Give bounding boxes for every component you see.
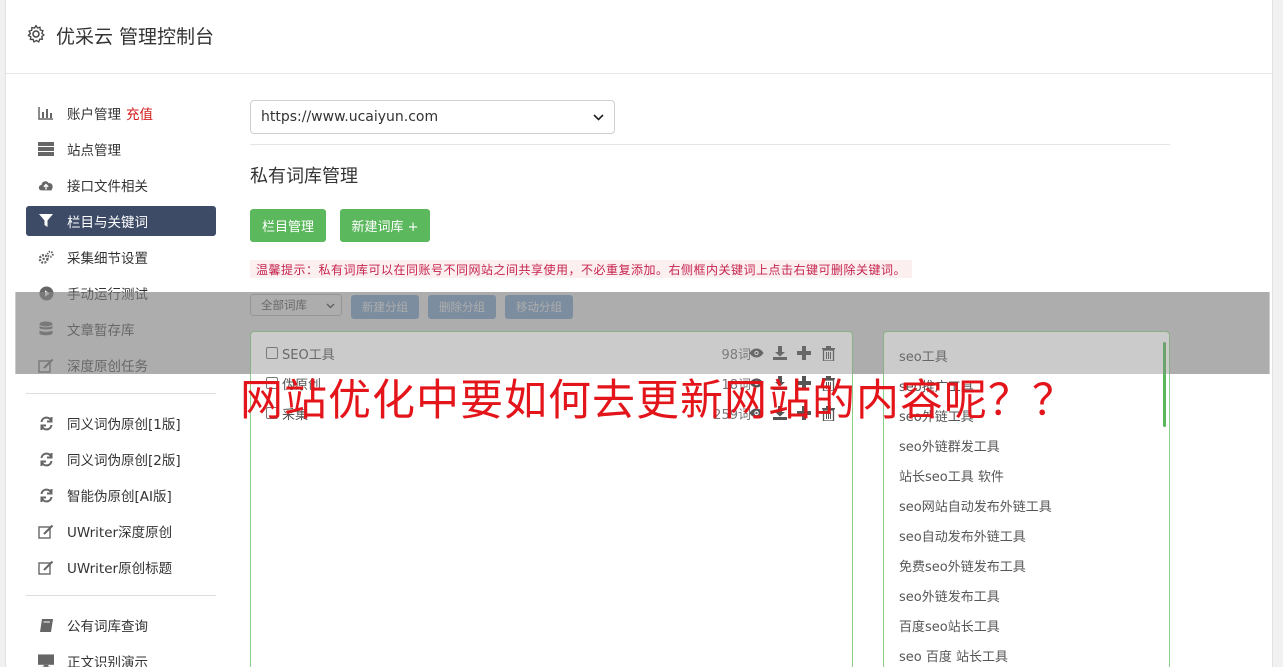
sidebar-item-synonym-v1[interactable]: 同义词伪原创[1版]	[26, 405, 216, 441]
monitor-icon	[38, 653, 54, 667]
gear-icon	[26, 24, 46, 44]
divider	[250, 144, 1170, 145]
top-bar: 优采云 管理控制台	[6, 0, 1272, 74]
sidebar-item-label: 公有词库查询	[67, 619, 148, 635]
sidebar-item-public-lexicon[interactable]: 公有词库查询	[26, 607, 216, 643]
refresh-icon	[38, 415, 54, 431]
app-title: 优采云 管理控制台	[56, 26, 215, 48]
sidebar-item-sites[interactable]: 站点管理	[26, 131, 216, 167]
overlay-title: 网站优化中要如何去更新网站的内容呢？？	[240, 376, 1076, 426]
refresh-icon	[38, 451, 54, 467]
sidebar-item-uwriter-deep[interactable]: UWriter深度原创	[26, 513, 216, 549]
keyword-item[interactable]: 站长seo工具 软件	[899, 466, 1159, 496]
sidebar-item-label: 栏目与关键词	[67, 215, 148, 231]
sidebar-item-label: 智能伪原创[AI版]	[67, 489, 172, 505]
cogs-icon	[38, 249, 54, 265]
sidebar-item-columns-keywords[interactable]: 栏目与关键词	[26, 206, 216, 236]
sidebar-item-text-recognition[interactable]: 正文识别演示	[26, 643, 216, 667]
edit-icon	[38, 523, 54, 539]
recharge-link[interactable]: 充值	[126, 103, 153, 123]
sidebar-item-label: UWriter原创标题	[67, 561, 173, 577]
sidebar-item-label: 正文识别演示	[67, 655, 148, 667]
sidebar-item-collect-settings[interactable]: 采集细节设置	[26, 239, 216, 275]
bar-chart-icon	[38, 105, 54, 121]
new-lexicon-button[interactable]: 新建词库 +	[340, 209, 430, 242]
chevron-down-icon	[593, 109, 604, 125]
edit-icon	[38, 559, 54, 575]
columns-manage-button[interactable]: 栏目管理	[250, 209, 326, 242]
tip-text: 温馨提示：私有词库可以在同账号不同网站之间共享使用，不必重复添加。右侧框内关键词…	[250, 260, 913, 278]
sidebar-item-label: 站点管理	[67, 143, 121, 159]
keyword-item[interactable]: seo外链发布工具	[899, 586, 1159, 616]
sidebar-item-label: 同义词伪原创[2版]	[67, 453, 181, 469]
keyword-item[interactable]: 百度seo站长工具	[899, 616, 1159, 646]
sidebar-item-label: 采集细节设置	[67, 251, 148, 267]
keyword-item[interactable]: seo外链群发工具	[899, 436, 1159, 466]
site-select[interactable]: https://www.ucaiyun.com	[250, 100, 615, 134]
sidebar-divider	[26, 595, 216, 596]
sidebar-item-label: 接口文件相关	[67, 179, 148, 195]
keyword-item[interactable]: seo网站自动发布外链工具	[899, 496, 1159, 526]
sidebar-item-label: UWriter深度原创	[67, 525, 173, 541]
book-icon	[38, 617, 54, 633]
sidebar-item-account[interactable]: 账户管理 充值	[26, 95, 216, 131]
keyword-item[interactable]: seo 百度 站长工具	[899, 646, 1159, 667]
refresh-icon	[38, 487, 54, 503]
sidebar-item-label: 同义词伪原创[1版]	[67, 417, 181, 433]
site-select-value: https://www.ucaiyun.com	[261, 109, 439, 125]
sidebar-item-api-files[interactable]: 接口文件相关	[26, 167, 216, 203]
server-icon	[38, 141, 54, 157]
sidebar: 账户管理 充值 站点管理 接口文件相关 栏目与关键词 采集细节设置 手动运行测试…	[26, 95, 216, 667]
sidebar-item-uwriter-title[interactable]: UWriter原创标题	[26, 549, 216, 585]
keyword-item[interactable]: 免费seo外链发布工具	[899, 556, 1159, 586]
keyword-item[interactable]: seo自动发布外链工具	[899, 526, 1159, 556]
banner-overlay-band	[15, 292, 1269, 374]
sidebar-item-synonym-v2[interactable]: 同义词伪原创[2版]	[26, 441, 216, 477]
sidebar-divider	[26, 393, 216, 394]
page-title: 私有词库管理	[250, 166, 358, 187]
filter-icon	[38, 213, 54, 229]
cloud-upload-icon	[38, 177, 54, 193]
sidebar-item-label: 账户管理	[67, 107, 121, 123]
sidebar-item-ai-rewrite[interactable]: 智能伪原创[AI版]	[26, 477, 216, 513]
